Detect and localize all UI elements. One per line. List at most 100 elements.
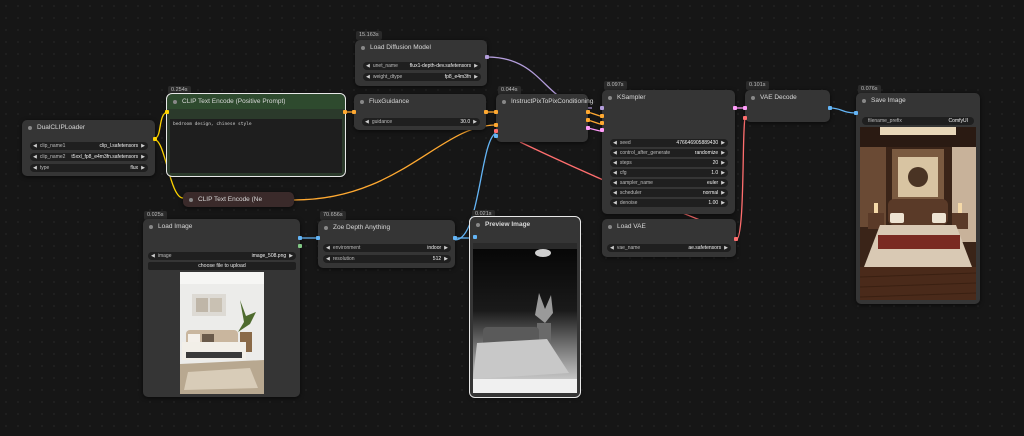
arrow-right-icon[interactable]: ▶ — [289, 253, 293, 259]
clip-output-port[interactable] — [153, 137, 157, 141]
images-input-port[interactable] — [473, 235, 477, 239]
arrow-left-icon[interactable]: ◀ — [613, 160, 617, 166]
node-clip-text-encode-positive[interactable]: CLIP Text Encode (Positive Prompt) bedro… — [165, 93, 347, 177]
clip-name2-widget[interactable]: ◀ clip_name2 t5xxl_fp8_e4m3fn.safetensors ▶ — [30, 153, 148, 161]
node-load-vae[interactable]: Load VAE ◀ vae_name ae.safetensors ▶ — [602, 219, 738, 257]
arrow-right-icon[interactable]: ▶ — [444, 256, 448, 262]
arrow-left-icon[interactable]: ◀ — [326, 245, 330, 251]
arrow-right-icon[interactable]: ▶ — [721, 150, 725, 156]
latent-output-port[interactable] — [586, 126, 590, 130]
arrow-left-icon[interactable]: ◀ — [613, 200, 617, 206]
conditioning-output-port[interactable] — [484, 110, 488, 114]
node-status-dot — [502, 99, 506, 104]
positive-input-port[interactable] — [600, 114, 604, 118]
arrow-left-icon[interactable]: ◀ — [613, 150, 617, 156]
arrow-right-icon[interactable]: ▶ — [721, 180, 725, 186]
node-ksampler[interactable]: KSampler ◀ seed 476646905889430 ▶ ◀ control_… — [600, 90, 737, 214]
conditioning-output-port[interactable] — [343, 110, 347, 114]
node-save-image[interactable]: Save Image filename_prefix ComfyUI — [854, 93, 980, 304]
arrow-left-icon[interactable]: ◀ — [613, 180, 617, 186]
unet-name-widget[interactable]: ◀ unet_name flux1-depth-dev.safetensors ▶ — [363, 62, 481, 70]
type-widget[interactable]: ◀ type flux ▶ — [30, 164, 148, 172]
node-clip-text-encode-negative[interactable]: CLIP Text Encode (Ne — [183, 192, 294, 207]
node-zoe-depth-anything[interactable]: Zoe Depth Anything ◀ environment indoor ▶ ◀… — [316, 220, 457, 268]
vae-input-port[interactable] — [494, 129, 498, 133]
filename-prefix-widget[interactable]: filename_prefix ComfyUI — [862, 117, 974, 125]
vae-input-port[interactable] — [743, 116, 747, 120]
node-load-diffusion-model[interactable]: Load Diffusion Model ◀ unet_name flux1-dep… — [355, 40, 489, 86]
clip-input-port[interactable] — [165, 110, 169, 114]
arrow-left-icon[interactable]: ◀ — [613, 140, 617, 146]
pixels-input-port[interactable] — [494, 134, 498, 138]
upload-button[interactable]: choose file to upload — [148, 262, 296, 270]
arrow-left-icon[interactable]: ◀ — [33, 165, 37, 171]
image-output-port[interactable] — [453, 236, 457, 240]
node-preview-image[interactable]: Preview Image — [469, 216, 581, 398]
guidance-widget[interactable]: ◀ guidance 30.0 ▶ — [362, 118, 480, 126]
model-output-port[interactable] — [485, 55, 489, 59]
arrow-left-icon[interactable]: ◀ — [151, 253, 155, 259]
model-input-port[interactable] — [600, 106, 604, 110]
seed-widget[interactable]: ◀ seed 476646905889430 ▶ — [610, 139, 728, 147]
node-title: CLIP Text Encode (Ne — [198, 196, 263, 203]
denoise-widget[interactable]: ◀ denoise 1.00 ▶ — [610, 199, 728, 207]
clip-name1-widget[interactable]: ◀ clip_name1 clip_l.safetensors ▶ — [30, 142, 148, 150]
conditioning-input-port[interactable] — [352, 110, 356, 114]
node-dualclip-loader[interactable]: DualCLIPLoader ◀ clip_name1 clip_l.safeten… — [22, 120, 157, 176]
node-vae-decode[interactable]: VAE Decode — [743, 90, 832, 122]
samples-input-port[interactable] — [743, 106, 747, 110]
mask-output-port[interactable] — [298, 244, 302, 248]
arrow-left-icon[interactable]: ◀ — [610, 245, 614, 251]
image-input-port[interactable] — [316, 236, 320, 240]
arrow-left-icon[interactable]: ◀ — [613, 190, 617, 196]
arrow-right-icon[interactable]: ▶ — [141, 165, 145, 171]
image-select-widget[interactable]: ◀ image image_508.png ▶ — [148, 252, 296, 260]
vae-name-widget[interactable]: ◀ vae_name ae.safetensors ▶ — [607, 244, 731, 252]
arrow-left-icon[interactable]: ◀ — [366, 63, 370, 69]
arrow-left-icon[interactable]: ◀ — [33, 143, 37, 149]
node-instruct-pix-to-pix[interactable]: InstructPixToPixConditioning — [494, 94, 593, 142]
latent-input-port[interactable] — [600, 128, 604, 132]
arrow-left-icon[interactable]: ◀ — [366, 74, 370, 80]
sampler-name-widget[interactable]: ◀ sampler_name euler ▶ — [610, 179, 728, 187]
positive-output-port[interactable] — [586, 110, 590, 114]
node-load-image[interactable]: Load Image ◀ image image_508.png ▶ choose f… — [143, 219, 302, 397]
wire-vae-save — [829, 107, 857, 114]
resolution-widget[interactable]: ◀ resolution 512 ▶ — [323, 255, 451, 263]
vae-output-port[interactable] — [734, 237, 738, 241]
arrow-left-icon[interactable]: ◀ — [326, 256, 330, 262]
negative-output-port[interactable] — [586, 118, 590, 122]
image-output-port[interactable] — [828, 106, 832, 110]
arrow-right-icon[interactable]: ▶ — [721, 200, 725, 206]
images-input-port[interactable] — [854, 111, 858, 115]
environment-widget[interactable]: ◀ environment indoor ▶ — [323, 244, 451, 252]
arrow-right-icon[interactable]: ▶ — [473, 119, 477, 125]
arrow-right-icon[interactable]: ▶ — [721, 170, 725, 176]
weight-dtype-widget[interactable]: ◀ weight_dtype fp8_e4m3fn ▶ — [363, 73, 481, 81]
arrow-left-icon[interactable]: ◀ — [33, 154, 37, 160]
negative-input-port[interactable] — [600, 121, 604, 125]
arrow-right-icon[interactable]: ▶ — [721, 160, 725, 166]
scheduler-widget[interactable]: ◀ scheduler normal ▶ — [610, 189, 728, 197]
image-output-port[interactable] — [298, 236, 302, 240]
arrow-right-icon[interactable]: ▶ — [724, 245, 728, 251]
arrow-left-icon[interactable]: ◀ — [365, 119, 369, 125]
arrow-right-icon[interactable]: ▶ — [474, 63, 478, 69]
arrow-right-icon[interactable]: ▶ — [721, 190, 725, 196]
prompt-textarea[interactable]: bedroom design, chinese style — [170, 119, 342, 173]
cfg-widget[interactable]: ◀ cfg 1.0 ▶ — [610, 169, 728, 177]
node-title: Load Image — [158, 223, 193, 230]
control-after-generate-widget[interactable]: ◀ control_after_generate randomize ▶ — [610, 149, 728, 157]
negative-input-port[interactable] — [494, 123, 498, 127]
latent-output-port[interactable] — [733, 106, 737, 110]
positive-input-port[interactable] — [494, 110, 498, 114]
arrow-right-icon[interactable]: ▶ — [141, 143, 145, 149]
arrow-right-icon[interactable]: ▶ — [721, 140, 725, 146]
arrow-right-icon[interactable]: ▶ — [141, 154, 145, 160]
node-flux-guidance[interactable]: FluxGuidance ◀ guidance 30.0 ▶ — [352, 94, 488, 130]
arrow-left-icon[interactable]: ◀ — [613, 170, 617, 176]
arrow-right-icon[interactable]: ▶ — [444, 245, 448, 251]
wire-vae-decode — [735, 117, 746, 241]
arrow-right-icon[interactable]: ▶ — [474, 74, 478, 80]
steps-widget[interactable]: ◀ steps 20 ▶ — [610, 159, 728, 167]
